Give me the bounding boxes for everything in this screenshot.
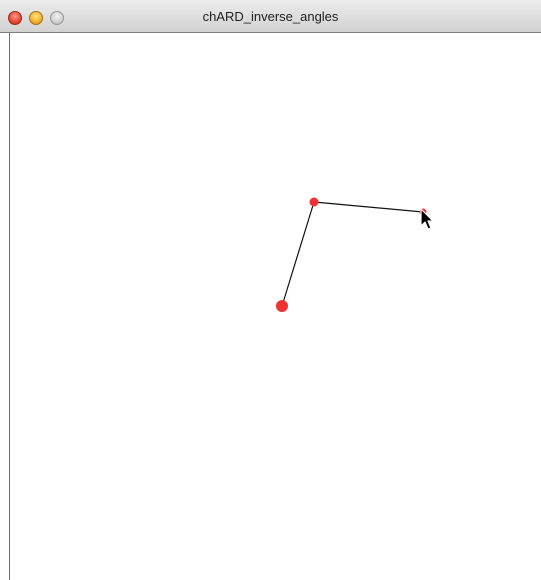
elbow-joint[interactable] [309, 197, 319, 207]
app-window: chARD_inverse_angles [0, 0, 541, 580]
arrow-cursor-icon [420, 208, 434, 230]
forearm-segment [313, 201, 424, 213]
upper-arm-segment [281, 201, 315, 307]
base-joint[interactable] [276, 300, 288, 312]
arm-drawing [276, 197, 434, 312]
